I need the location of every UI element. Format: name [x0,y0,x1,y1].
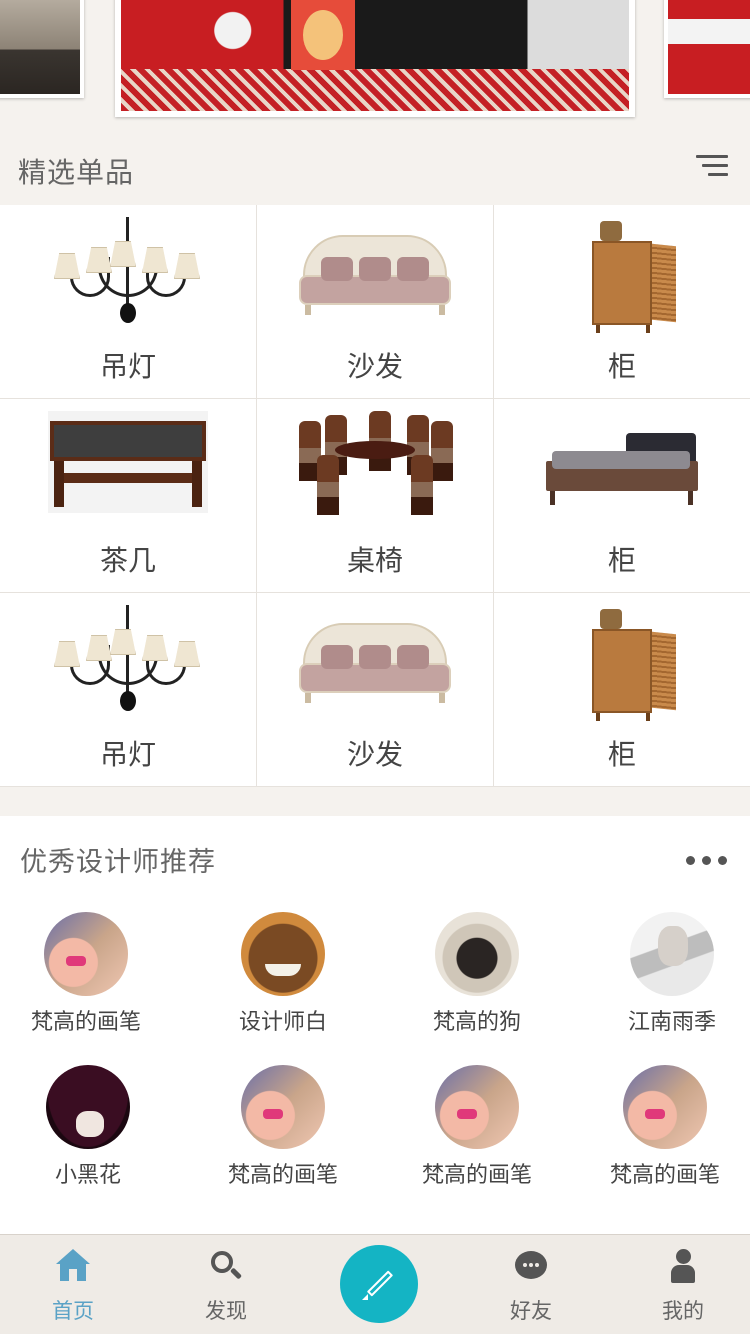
designers-section: 优秀设计师推荐 梵高的画笔 设计师白 梵高的狗 江南雨季 小黑花 梵高的画笔 梵… [0,816,750,1234]
avatar [46,1065,130,1149]
banner-artwork [291,0,355,70]
designer-card[interactable]: 设计师白 [198,912,368,1048]
dining-set-icon [295,411,455,521]
designer-card[interactable]: 梵高的画笔 [1,912,171,1048]
designer-card[interactable]: 梵高的画笔 [392,1065,562,1201]
tab-label: 发现 [205,1299,247,1323]
tab-discover[interactable]: 发现 [166,1235,286,1334]
bed-icon [542,411,702,521]
product-item[interactable]: 桌椅 [257,399,494,593]
coffee-table-icon [48,411,208,521]
search-icon [209,1249,243,1283]
avatar [44,912,128,996]
home-icon [56,1249,90,1283]
cabinet-icon [542,605,702,721]
chandelier-icon [48,217,208,327]
product-item[interactable]: 柜 [494,399,750,593]
product-item[interactable]: 吊灯 [0,593,257,787]
product-label: 沙发 [346,738,403,771]
product-label: 吊灯 [99,350,156,383]
product-label: 桌椅 [346,544,403,577]
designer-card[interactable]: 梵高的狗 [392,912,562,1048]
banner-photo [121,0,629,111]
tab-label: 我的 [662,1299,704,1323]
designers-title: 优秀设计师推荐 [20,847,216,878]
avatar [435,1065,519,1149]
banner-slide-next[interactable] [664,0,750,98]
featured-title: 精选单品 [18,156,135,189]
featured-header: 精选单品 [0,131,750,205]
designer-name: 小黑花 [54,1163,121,1188]
cabinet-icon [542,217,702,333]
product-item[interactable]: 沙发 [257,593,494,787]
product-item[interactable]: 茶几 [0,399,257,593]
more-icon[interactable] [686,854,730,866]
product-label: 茶几 [99,544,156,577]
menu-icon[interactable] [696,153,728,179]
avatar [435,912,519,996]
avatar [623,1065,707,1149]
chat-icon [514,1249,548,1283]
avatar [241,1065,325,1149]
product-label: 沙发 [346,350,403,383]
tab-label: 好友 [510,1299,552,1323]
sofa-icon [295,605,455,715]
designer-card[interactable]: 梵高的画笔 [580,1065,750,1201]
product-item[interactable]: 柜 [494,205,750,399]
designer-card[interactable]: 小黑花 [3,1065,173,1201]
bottom-tab-bar: 首页 发现 好友 我的 [0,1234,750,1334]
designer-name: 梵高的画笔 [30,1010,141,1035]
tab-label: 首页 [52,1299,94,1323]
pencil-icon [361,1266,397,1302]
banner-photo [668,0,750,94]
chandelier-icon [48,605,208,715]
avatar [241,912,325,996]
tab-home[interactable]: 首页 [13,1235,133,1334]
avatar [630,912,714,996]
designer-name: 江南雨季 [627,1010,716,1035]
product-item[interactable]: 沙发 [257,205,494,399]
designer-name: 设计师白 [238,1010,327,1035]
sofa-icon [295,217,455,327]
product-label: 柜 [607,350,636,383]
product-label: 吊灯 [99,738,156,771]
designer-name: 梵高的画笔 [609,1163,720,1188]
designer-name: 梵高的狗 [432,1010,521,1035]
compose-button[interactable] [340,1245,418,1323]
banner-carousel[interactable] [0,0,750,130]
tab-friends[interactable]: 好友 [471,1235,591,1334]
product-item[interactable]: 吊灯 [0,205,257,399]
banner-slide-prev[interactable] [0,0,84,98]
designer-name: 梵高的画笔 [227,1163,338,1188]
tab-mine[interactable]: 我的 [623,1235,743,1334]
designer-card[interactable]: 梵高的画笔 [198,1065,368,1201]
banner-slide-current[interactable] [115,0,635,117]
product-label: 柜 [607,544,636,577]
product-item[interactable]: 柜 [494,593,750,787]
product-label: 柜 [607,738,636,771]
product-grid: 吊灯 沙发 柜 茶几 桌椅 柜 吊灯 沙发 柜 [0,205,750,787]
user-icon [666,1249,700,1283]
designer-name: 梵高的画笔 [421,1163,532,1188]
banner-photo [0,0,80,94]
designer-card[interactable]: 江南雨季 [587,912,750,1048]
